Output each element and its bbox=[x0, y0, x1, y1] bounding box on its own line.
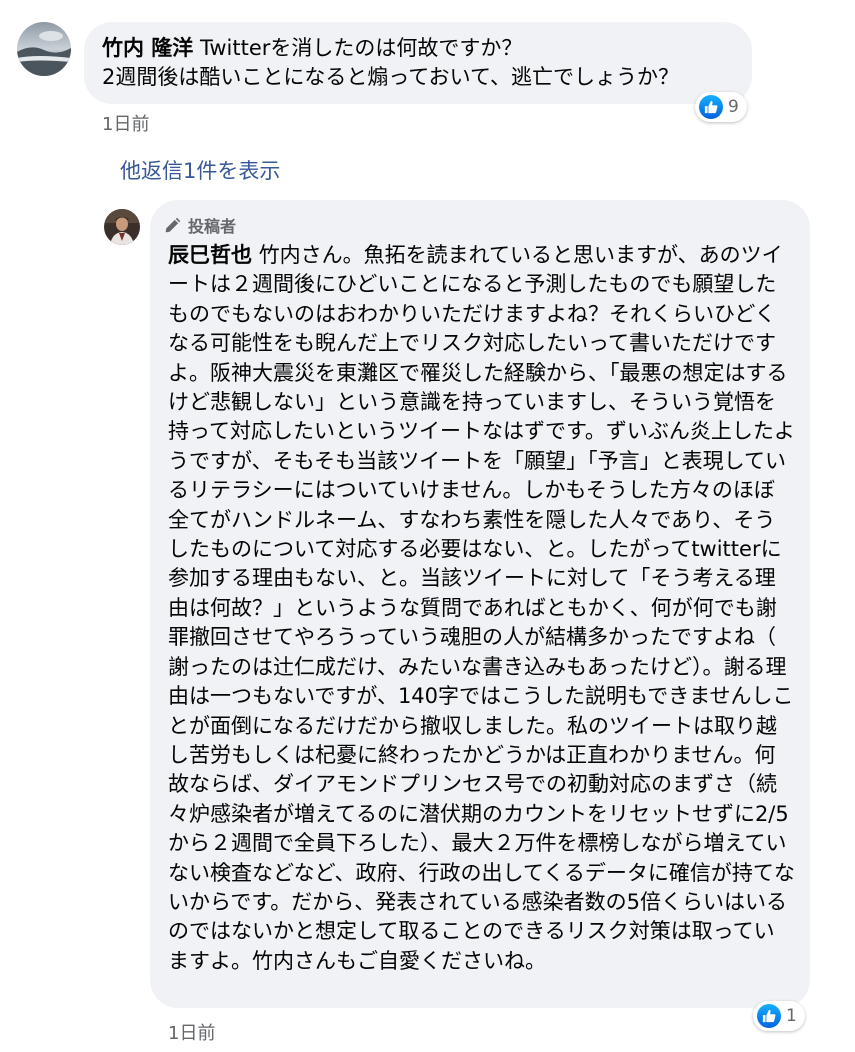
comment-text-line2: 2週間後は酷いことになると煽っておいて、逃亡でしょうか？ bbox=[102, 65, 679, 89]
landscape-avatar-icon bbox=[17, 22, 71, 76]
reply-author-name[interactable]: 辰巳哲也 bbox=[168, 243, 252, 267]
comment-timestamp[interactable]: 1日前 bbox=[102, 110, 149, 136]
reply-text: 竹内さん。魚拓を読まれていると思いますが、あのツイートは２週間後にひどいことにな… bbox=[168, 243, 795, 973]
like-icon bbox=[757, 1004, 781, 1028]
comment-text-line1: Twitterを消したのは何故ですか？ bbox=[200, 36, 523, 60]
reply-reaction-count[interactable]: 1 bbox=[753, 1001, 805, 1031]
comment-reaction-count[interactable]: 9 bbox=[695, 92, 747, 122]
comment-reaction-number: 9 bbox=[728, 97, 739, 117]
person-avatar-icon bbox=[104, 209, 140, 245]
reply-bubble: 投稿者 辰巳哲也 竹内さん。魚拓を読まれていると思いますが、あのツイートは２週間… bbox=[150, 200, 810, 1008]
comment-body: 竹内 隆洋 Twitterを消したのは何故ですか？ 2週間後は酷いことになると煽… bbox=[102, 34, 752, 92]
reply-author-avatar[interactable] bbox=[104, 209, 140, 245]
pencil-icon bbox=[165, 217, 181, 233]
show-more-replies-link[interactable]: 他返信1件を表示 bbox=[120, 155, 280, 185]
commenter-avatar[interactable] bbox=[17, 22, 71, 76]
comment-author-name[interactable]: 竹内 隆洋 bbox=[102, 36, 193, 60]
reply-body: 辰巳哲也 竹内さん。魚拓を読まれていると思いますが、あのツイートは２週間後にひど… bbox=[168, 241, 795, 976]
like-icon bbox=[699, 95, 723, 119]
author-badge: 投稿者 bbox=[164, 213, 236, 237]
author-badge-label: 投稿者 bbox=[188, 217, 237, 236]
comment-bubble: 竹内 隆洋 Twitterを消したのは何故ですか？ 2週間後は酷いことになると煽… bbox=[84, 22, 752, 104]
reply-timestamp[interactable]: 1日前 bbox=[168, 1019, 215, 1045]
reply-reaction-number: 1 bbox=[786, 1006, 797, 1026]
